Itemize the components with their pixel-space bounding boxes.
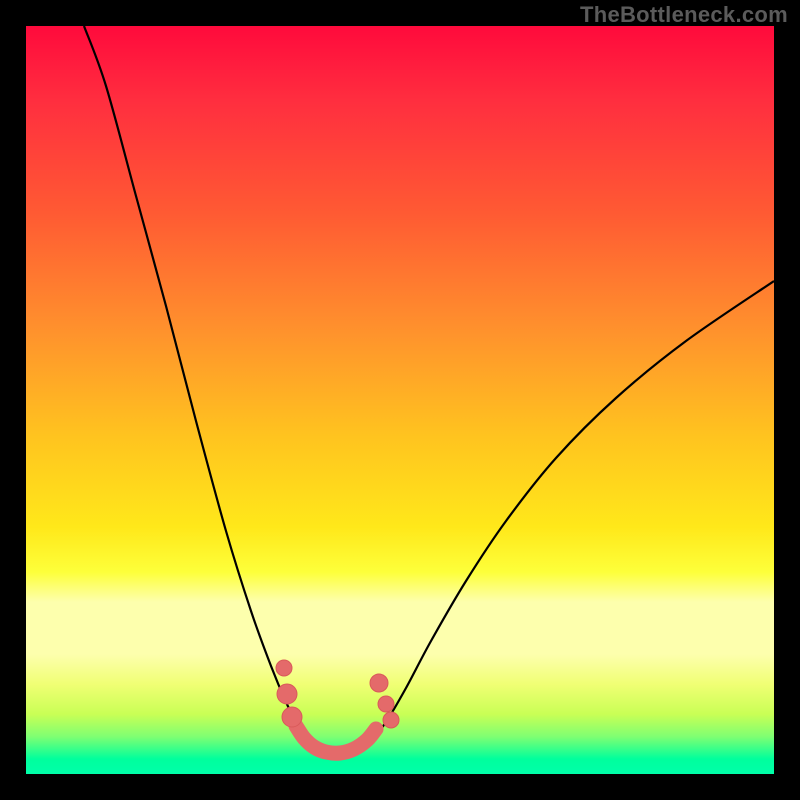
data-marker: [383, 712, 399, 728]
trough-highlight: [296, 726, 376, 753]
data-marker: [276, 660, 292, 676]
chart-frame: TheBottleneck.com: [0, 0, 800, 800]
data-marker: [277, 684, 297, 704]
data-marker: [378, 696, 394, 712]
cost-curve: [84, 26, 774, 754]
data-marker: [282, 707, 302, 727]
curve-layer: [26, 26, 774, 774]
watermark-text: TheBottleneck.com: [580, 2, 788, 28]
plot-area: [26, 26, 774, 774]
marker-group: [276, 660, 399, 728]
data-marker: [370, 674, 388, 692]
